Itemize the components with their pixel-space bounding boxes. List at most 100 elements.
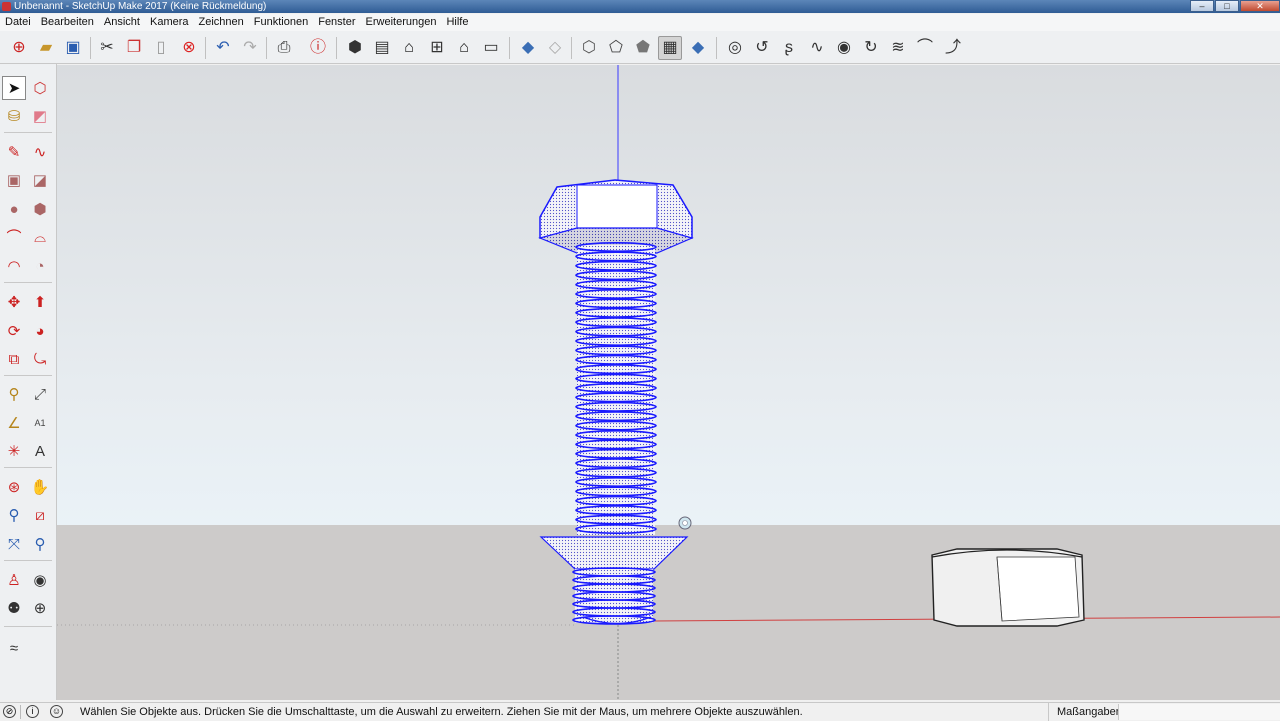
arc-icon[interactable]: ⌒ [2,225,26,249]
back-edges-icon[interactable]: ◇ [543,36,567,60]
hex-nut-face [996,556,1080,622]
rotate-icon[interactable]: ⟳ [2,319,26,343]
hidden-line-icon[interactable]: ⬠ [604,36,628,60]
menu-zeichnen[interactable]: Zeichnen [194,14,249,31]
paste-icon[interactable]: ▯ [149,36,173,60]
zoom-icon[interactable]: ⚲ [2,503,26,527]
orbit-icon[interactable]: ⊛ [2,475,26,499]
measurements-input[interactable] [1118,704,1280,720]
open-icon[interactable]: ▰ [34,36,58,60]
front-view-icon[interactable]: ⌂ [397,36,421,60]
cut-icon[interactable]: ✂ [95,36,119,60]
axes-icon[interactable]: ✳ [2,439,26,463]
select-icon[interactable]: ➤ [2,76,26,100]
model-info-icon[interactable]: ⓘ [306,36,330,60]
rotated-rectangle-icon[interactable]: ◪ [28,168,52,192]
window-controls: – □ ✕ [1189,0,1280,13]
large-tool-set: ➤ ⬡ ⛁ ◩ ✎ ∿ ▣ ◪ ● ⬢ ⌒ ⌓ ◠ ◔ ✥ ⬆ ⟳ ◕ ⧉ ⤿ … [0,64,57,700]
shaded-textures-icon[interactable]: ▦ [658,36,682,60]
two-point-arc-icon[interactable]: ⌓ [28,225,52,249]
menu-ansicht[interactable]: Ansicht [99,14,145,31]
protractor-icon[interactable]: ∠ [2,411,26,435]
back-view-icon[interactable]: ⌂ [452,36,476,60]
menu-funktionen[interactable]: Funktionen [249,14,313,31]
close-button[interactable]: ✕ [1240,0,1280,12]
toolbar-separator [205,37,206,59]
iso-view-icon[interactable]: ⬢ [343,36,367,60]
status-divider [20,705,21,719]
position-camera-icon[interactable]: ♙ [2,568,26,592]
bolt-model[interactable] [538,179,694,625]
copy-icon[interactable]: ❐ [122,36,146,60]
3d-warehouse-icon[interactable]: ⊕ [7,36,31,60]
zoom-window-icon[interactable]: ⧄ [28,503,52,527]
spiral-2-icon[interactable]: ◉ [832,36,856,60]
eraser-icon[interactable]: ◩ [28,104,52,128]
menu-erweiterungen[interactable]: Erweiterungen [361,14,442,31]
coil-icon[interactable]: ≋ [886,36,910,60]
credits-icon[interactable]: i [26,705,39,718]
push-pull-icon[interactable]: ⬆ [28,290,52,314]
shaded-icon[interactable]: ⬟ [631,36,655,60]
3d-text-icon[interactable]: A [28,439,52,463]
spiral-icon[interactable]: ↺ [750,36,774,60]
move-icon[interactable]: ✥ [2,290,26,314]
section-plane-icon[interactable]: ⊕ [28,596,52,620]
model-scene[interactable] [57,65,1280,700]
paint-bucket-icon[interactable]: ⛁ [2,104,26,128]
maximize-button[interactable]: □ [1215,0,1239,12]
menu-fenster[interactable]: Fenster [313,14,360,31]
sketchup-app-icon [2,2,11,11]
top-view-icon[interactable]: ▤ [370,36,394,60]
tape-measure-icon[interactable]: ⚲ [2,382,26,406]
previous-view-icon[interactable]: ⚲ [28,532,52,556]
dimension-icon[interactable]: ⤢ [28,382,52,406]
freehand-curve-icon[interactable]: ⌒ [913,36,937,60]
countersink-cone [539,536,689,570]
user-icon[interactable]: ☺ [50,705,63,718]
save-icon[interactable]: ▣ [61,36,85,60]
curve-icon[interactable]: ʂ [777,36,801,60]
wireframe-icon[interactable]: ⬡ [577,36,601,60]
xray-icon[interactable]: ◆ [516,36,540,60]
undo-icon[interactable]: ↶ [211,36,235,60]
arc-curve-icon[interactable]: ↻ [859,36,883,60]
polygon-icon[interactable]: ⬢ [28,197,52,221]
offset-icon[interactable]: ⤿ [28,347,52,371]
zoom-extents-icon[interactable]: ⤧ [2,532,26,556]
bezier-icon[interactable]: ∿ [805,36,829,60]
rectangle-icon[interactable]: ▣ [2,168,26,192]
erase-icon[interactable]: ⊗ [177,36,201,60]
geo-location-icon[interactable]: ⊘ [3,705,16,718]
look-around-icon[interactable]: ◉ [28,568,52,592]
pie-icon[interactable]: ◔ [28,254,52,278]
make-component-icon[interactable]: ⬡ [28,76,52,100]
menu-kamera[interactable]: Kamera [145,14,194,31]
menu-bearbeiten[interactable]: Bearbeiten [36,14,99,31]
circle-icon[interactable]: ● [2,197,26,221]
right-view-icon[interactable]: ⊞ [425,36,449,60]
menu-hilfe[interactable]: Hilfe [441,14,473,31]
curve-tool-icon[interactable]: ⤴ [941,36,965,60]
follow-me-icon[interactable]: ◕ [28,319,52,343]
minimize-button[interactable]: – [1190,0,1214,12]
sandbox-icon[interactable]: ≈ [2,636,26,660]
toolbar-separator [716,37,717,59]
scale-icon[interactable]: ⧉ [2,347,26,371]
main-toolbar: ⊕ ▰ ▣ ✂ ❐ ▯ ⊗ ↶ ↷ ⎙ ⓘ ⬢ ▤ ⌂ ⊞ ⌂ ▭ ◆ ◇ ⬡ … [0,31,1280,64]
three-point-arc-icon[interactable]: ◠ [2,254,26,278]
measurements-label: Maßangaben [1048,703,1122,721]
menu-datei[interactable]: Datei [0,14,36,31]
monochrome-icon[interactable]: ◆ [686,36,710,60]
text-icon[interactable]: A1 [28,411,52,435]
line-icon[interactable]: ✎ [2,140,26,164]
helix-icon[interactable]: ◎ [723,36,747,60]
model-viewport[interactable] [57,65,1280,700]
left-view-icon[interactable]: ▭ [479,36,503,60]
hex-nut-model[interactable] [931,548,1085,627]
freehand-icon[interactable]: ∿ [28,140,52,164]
print-icon[interactable]: ⎙ [272,36,296,60]
redo-icon[interactable]: ↷ [238,36,262,60]
walk-icon[interactable]: ⚉ [2,596,26,620]
pan-icon[interactable]: ✋ [28,475,52,499]
